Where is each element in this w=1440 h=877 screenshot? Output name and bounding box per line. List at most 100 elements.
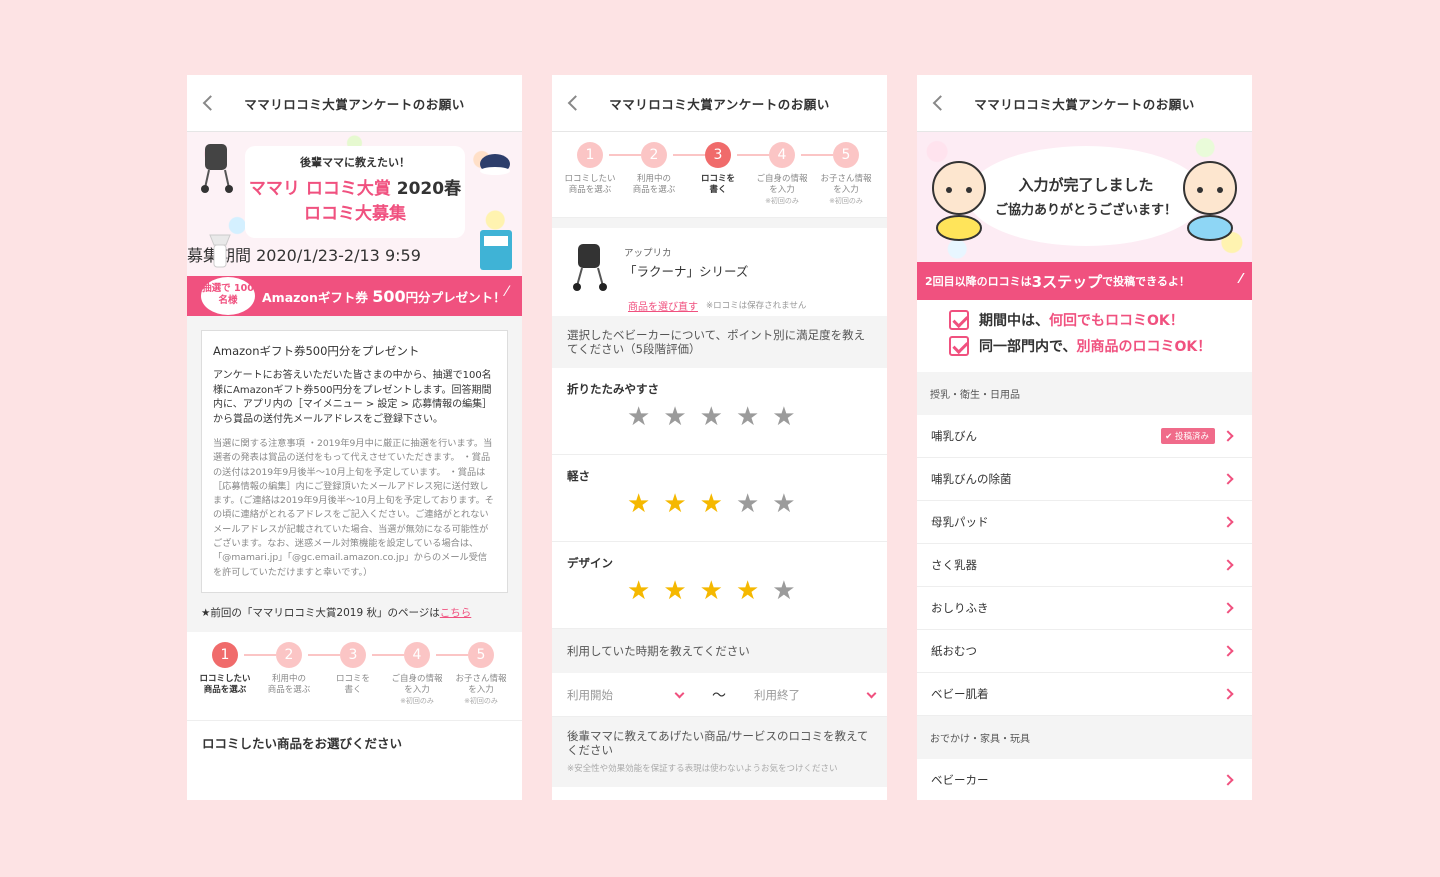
benefit-checklist: 期間中は、 何回でもロコミOK！ 同一部門内で、 別商品のロコミOK！	[917, 300, 1252, 372]
step-1: 1 ロコミしたい 商品を選ぶ	[194, 641, 256, 696]
star-icon[interactable]: ★	[700, 578, 723, 604]
sparkle-icon: ⁄	[505, 284, 508, 300]
usage-period-heading: 利用していた時期を教えてください	[552, 629, 887, 673]
star-icon[interactable]: ★	[663, 404, 686, 430]
reselect-product-link[interactable]: 商品を選び直す	[628, 298, 698, 313]
star-icon[interactable]: ★	[736, 578, 759, 604]
star-rating[interactable]: ★ ★ ★ ★ ★	[627, 578, 796, 604]
period-text: 2020/1/23-2/13 9:59	[256, 246, 421, 265]
usage-end-select[interactable]: 利用終了	[739, 673, 887, 717]
app-header: ママリロコミ大賞アンケートのお願い	[187, 75, 522, 132]
star-icon[interactable]: ★	[772, 404, 795, 430]
header-title: ママリロコミ大賞アンケートのお願い	[974, 96, 1195, 112]
star-rating[interactable]: ★ ★ ★ ★ ★	[627, 491, 796, 517]
category-item[interactable]: さく乳器	[917, 544, 1252, 587]
header-title: ママリロコミ大賞アンケートのお願い	[244, 96, 465, 112]
usage-period-selects: 利用開始 〜 利用終了	[552, 673, 887, 717]
phone-screen-2: ママリロコミ大賞アンケートのお願い 1 ロコミしたい 商品を選ぶ 2 利用中の 商品…	[552, 75, 887, 800]
chevron-right-icon	[1222, 473, 1234, 485]
step-indicator: 1 ロコミしたい 商品を選ぶ 2 利用中の 商品を選ぶ 3 ロコミを 書く 4 ご自身…	[552, 132, 887, 218]
previous-page-link-row: ★前回の「ママリロコミ大賞2019 秋」のページはこちら	[201, 592, 508, 632]
info-notes: 当選に関する注意事項 ・2019年9月中に厳正に抽選を行います。当選者の発表は賞…	[213, 438, 494, 578]
app-header: ママリロコミ大賞アンケートのお願い	[917, 75, 1252, 132]
rating-instructions: 選択したベビーカーについて、ポイント別に満足度を教えてください（5段階評価）	[552, 316, 887, 368]
step-2: 2 利用中の 商品を選ぶ	[258, 641, 320, 696]
chevron-right-icon	[1222, 645, 1234, 657]
step-4: 4 ご自身の情報 を入力 ※初回のみ	[386, 641, 448, 707]
completion-banner: 入力が完了しました ご協力ありがとうございます！	[917, 132, 1252, 262]
star-icon[interactable]: ★	[772, 491, 795, 517]
info-box: Amazonギフト券500円分をプレゼント アンケートにお答えいただいた皆さまの…	[201, 330, 508, 593]
chevron-down-icon	[866, 688, 877, 699]
range-tilde: 〜	[712, 688, 726, 704]
category-heading: おでかけ・家具・玩具	[917, 716, 1252, 759]
star-icon[interactable]: ★	[627, 578, 650, 604]
selected-product: アップリカ 「ラクーナ」シリーズ 商品を選び直す ※ロコミは保存されません	[552, 228, 887, 316]
posted-badge: ✔ 投稿済み	[1161, 428, 1215, 444]
gift-circle: 抽選で 100名様	[201, 277, 255, 315]
star-rating[interactable]: ★ ★ ★ ★ ★	[627, 404, 796, 430]
review-heading: 後輩ママに教えてあげたい商品/サービスのロコミを教えてください ※安全性や効果効…	[552, 717, 887, 787]
category-item[interactable]: ベビー肌着	[917, 673, 1252, 716]
info-body: アンケートにお答えいただいた皆さまの中から、抽選で100名様にAmazonギフト…	[213, 370, 493, 425]
step-3: 3 ロコミを 書く	[322, 641, 384, 696]
checkbox-icon	[949, 310, 969, 330]
phone-screen-1: ママリロコミ大賞アンケートのお願い 後輩ママに教えたい！ ママリ ロコミ大賞 2…	[187, 75, 522, 800]
step-5: 5 お子さん情報 を入力 ※初回のみ	[450, 641, 512, 707]
star-icon[interactable]: ★	[736, 404, 759, 430]
chevron-right-icon	[1222, 688, 1234, 700]
chevron-right-icon	[1222, 559, 1234, 571]
baby-illustration-icon	[1183, 161, 1237, 241]
category-item[interactable]: 紙おむつ	[917, 630, 1252, 673]
star-icon[interactable]: ★	[663, 491, 686, 517]
banner-tagline: 後輩ママに教えたい！	[300, 156, 410, 169]
banner-title-line1: ママリ ロコミ大賞 2020春	[248, 179, 462, 199]
category-heading: 授乳・衛生・日用品	[917, 372, 1252, 415]
star-icon[interactable]: ★	[700, 404, 723, 430]
rating-design: デザイン ★ ★ ★ ★ ★	[552, 542, 887, 629]
step-2: 2 利用中の 商品を選ぶ	[623, 142, 685, 196]
info-section: Amazonギフト券500円分をプレゼント アンケートにお答えいただいた皆さまの…	[187, 316, 522, 632]
benefit-item: 期間中は、 何回でもロコミOK！	[949, 310, 1252, 330]
gift-bar: 抽選で 100名様 Amazonギフト券 500円分プレゼント！ ⁄	[187, 276, 522, 316]
banner-title-line2: ロコミ大募集	[304, 204, 406, 224]
chevron-down-icon	[674, 688, 685, 699]
baby-illustration-icon	[932, 161, 986, 241]
phone-screen-3: ママリロコミ大賞アンケートのお願い 入力が完了しました ご協力ありがとうございま…	[917, 75, 1252, 800]
banner-card: 後輩ママに教えたい！ ママリ ロコミ大賞 2020春 ロコミ大募集	[245, 146, 465, 238]
category-item[interactable]: おしりふき	[917, 587, 1252, 630]
campaign-period: 募集期間 2020/1/23-2/13 9:59	[187, 242, 522, 266]
stroller-icon	[573, 244, 607, 291]
usage-start-select[interactable]: 利用開始	[552, 673, 695, 717]
app-header: ママリロコミ大賞アンケートのお願い	[552, 75, 887, 132]
step-5: 5 お子さん情報 を入力 ※初回のみ	[815, 142, 877, 207]
chevron-right-icon	[1222, 602, 1234, 614]
completion-message: 入力が完了しました ご協力ありがとうございます！	[967, 146, 1205, 246]
star-icon[interactable]: ★	[736, 491, 759, 517]
category-item[interactable]: 母乳パッド	[917, 501, 1252, 544]
star-icon[interactable]: ★	[700, 491, 723, 517]
star-icon[interactable]: ★	[627, 491, 650, 517]
select-product-title: ロコミしたい商品をお選びください	[187, 719, 522, 764]
step-indicator: 1 ロコミしたい 商品を選ぶ 2 利用中の 商品を選ぶ 3 ロコミを 書く 4 ご自身…	[187, 631, 522, 720]
sparkle-icon: ⁄	[1239, 272, 1242, 287]
category-list: 哺乳びん ✔ 投稿済み 哺乳びんの除菌 母乳パッド さく乳器 おしりふき 紙おむつ ベビー肌着	[917, 415, 1252, 716]
three-step-bar: 2回目以降のロコミは 3ステップ で投稿できるよ！ ⁄	[917, 262, 1252, 300]
baby-shoe-icon	[480, 154, 510, 175]
breast-pump-icon	[209, 234, 231, 268]
header-title: ママリロコミ大賞アンケートのお願い	[609, 96, 830, 112]
previous-page-link[interactable]: こちら	[440, 607, 472, 619]
step-1: 1 ロコミしたい 商品を選ぶ	[559, 142, 621, 196]
chevron-right-icon	[1222, 430, 1234, 442]
category-item[interactable]: 哺乳びんの除菌	[917, 458, 1252, 501]
rating-lightness: 軽さ ★ ★ ★ ★ ★	[552, 455, 887, 542]
star-icon[interactable]: ★	[663, 578, 686, 604]
product-maker: アップリカ	[624, 248, 672, 259]
category-list: ベビーカー	[917, 759, 1252, 800]
category-item[interactable]: ベビーカー	[917, 759, 1252, 800]
category-item[interactable]: 哺乳びん ✔ 投稿済み	[917, 415, 1252, 458]
star-icon[interactable]: ★	[627, 404, 650, 430]
checkbox-icon	[949, 336, 969, 356]
star-icon[interactable]: ★	[772, 578, 795, 604]
benefit-item: 同一部門内で、 別商品のロコミOK！	[949, 336, 1252, 356]
